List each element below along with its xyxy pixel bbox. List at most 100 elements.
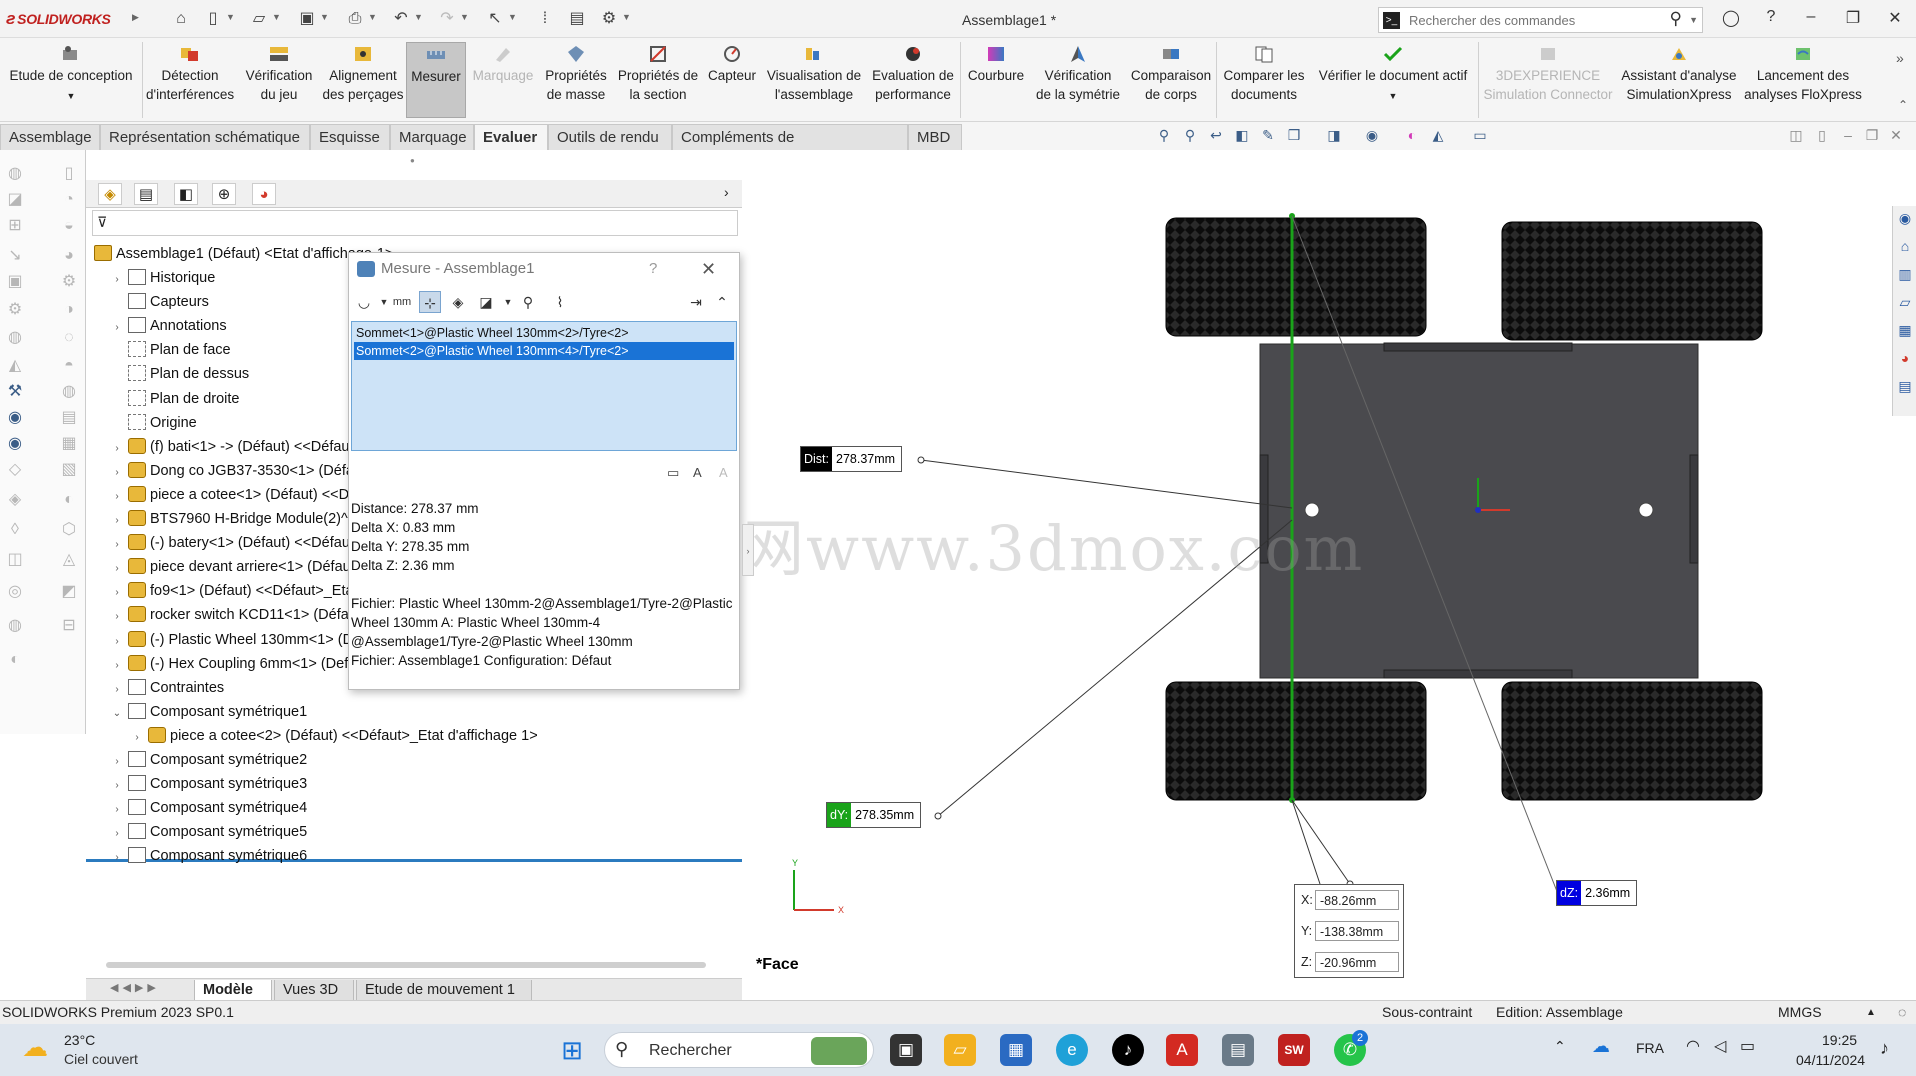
- configurationmanager-tab-icon[interactable]: ◧: [174, 183, 198, 205]
- tree-item[interactable]: › Composant symétrique4: [110, 796, 307, 820]
- selection-item-1[interactable]: Sommet<1>@Plastic Wheel 130mm<2>/Tyre<2>: [354, 324, 734, 342]
- alignement-percages-button[interactable]: Alignement des perçages: [322, 42, 404, 118]
- capteur-button[interactable]: Capteur: [704, 42, 760, 118]
- redo-dropdown-icon[interactable]: ▼: [460, 12, 469, 22]
- user-account-icon[interactable]: ◯: [1716, 8, 1746, 28]
- tree-item[interactable]: › (-) Hex Coupling 6mm<1> (Defa: [110, 652, 356, 676]
- new-dropdown-icon[interactable]: ▼: [226, 12, 235, 22]
- calculator-icon[interactable]: ▤: [1222, 1034, 1254, 1066]
- tool-icon-9[interactable]: ▣: [4, 272, 26, 292]
- marquage-button[interactable]: Marquage: [468, 42, 538, 118]
- tool-icon-16[interactable]: ◓: [58, 356, 80, 376]
- select-cursor-icon[interactable]: ↖: [484, 8, 506, 30]
- appearances-icon[interactable]: ◕: [1895, 350, 1915, 370]
- volume-muted-icon[interactable]: ◁: [1714, 1036, 1726, 1056]
- search-dropdown-icon[interactable]: ▼: [1689, 15, 1698, 25]
- comparer-documents-button[interactable]: Comparer les documents: [1220, 42, 1308, 118]
- home-pane-icon[interactable]: ⌂: [1895, 238, 1915, 258]
- verification-jeu-button[interactable]: Vérification du jeu: [238, 42, 320, 118]
- show-xyz-icon[interactable]: ⊹: [419, 291, 441, 313]
- tree-item[interactable]: › Annotations: [110, 314, 227, 338]
- measure-dialog-titlebar[interactable]: Mesure - Assemblage1 ? ✕: [349, 253, 739, 285]
- projected-dropdown-icon[interactable]: ▼: [497, 291, 519, 313]
- wheel-rear-right[interactable]: [1501, 681, 1763, 801]
- wheel-front-right[interactable]: [1501, 221, 1763, 341]
- units-menu-icon[interactable]: ▲: [1866, 1001, 1876, 1024]
- tool-icon-33[interactable]: ◍: [4, 616, 26, 636]
- displaymanager-tab-icon[interactable]: ◕: [252, 183, 276, 205]
- tree-expand-icon[interactable]: ⌄: [110, 702, 124, 726]
- tab-marquage[interactable]: Marquage: [390, 124, 474, 150]
- options-gear-icon[interactable]: ⚙: [598, 8, 620, 30]
- tool-icon-31[interactable]: ◎: [4, 582, 26, 602]
- measure-history-icon[interactable]: ⚲: [517, 291, 539, 313]
- tree-item[interactable]: › (f) bati<1> -> (Défaut) <<Défau: [110, 435, 349, 459]
- search-icon[interactable]: ⚲: [1670, 9, 1682, 29]
- edge-browser-icon[interactable]: e: [1056, 1034, 1088, 1066]
- proprietes-masse-button[interactable]: Propriétés de masse: [540, 42, 612, 118]
- battery-icon[interactable]: ▭: [1740, 1036, 1755, 1056]
- undo-dropdown-icon[interactable]: ▼: [414, 12, 423, 22]
- weather-temperature[interactable]: 23°C: [64, 1032, 95, 1048]
- measure-dialog[interactable]: Mesure - Assemblage1 ? ✕ ◡ ▼ mm ⊹ ◈ ◪ ▼ …: [348, 252, 740, 690]
- dist-callout[interactable]: Dist: 278.37mm: [800, 446, 903, 472]
- tree-item[interactable]: › (-) Plastic Wheel 130mm<1> (D: [110, 628, 353, 652]
- floxpress-button[interactable]: Lancement des analyses FloXpress: [1744, 42, 1862, 118]
- tool-icon-26[interactable]: ◐: [58, 490, 80, 510]
- mesurer-button[interactable]: Mesurer: [406, 42, 466, 118]
- tool-icon-34[interactable]: ⊟: [58, 616, 80, 636]
- section-view-icon[interactable]: ◧: [1232, 127, 1252, 145]
- menu-expand-icon[interactable]: ▶: [132, 12, 139, 23]
- tool-icon-18[interactable]: ◍: [58, 382, 80, 402]
- verifier-document-actif-button[interactable]: Vérifier le document actif ▼: [1310, 42, 1476, 118]
- tree-expand-icon[interactable]: ›: [110, 798, 124, 822]
- tiktok-icon[interactable]: ♪: [1112, 1034, 1144, 1066]
- tab-esquisse[interactable]: Esquisse: [310, 124, 390, 150]
- panel-splitter-handle[interactable]: ›: [742, 524, 754, 576]
- vertex-coordinates-box[interactable]: X: -88.26mm Y: -138.38mm Z: -20.96mm: [1294, 884, 1404, 978]
- home-icon[interactable]: ⌂: [170, 8, 192, 30]
- tree-expand-icon[interactable]: ›: [110, 461, 124, 485]
- restore-icon[interactable]: ❐: [1838, 8, 1868, 28]
- solidworks-taskbar-icon[interactable]: SW: [1278, 1034, 1310, 1066]
- redo-icon[interactable]: ↷: [436, 8, 458, 30]
- tree-filter[interactable]: ⊽: [92, 210, 738, 236]
- tile-icon[interactable]: ◫: [1786, 127, 1806, 145]
- tree-expand-icon[interactable]: ›: [110, 316, 124, 340]
- ribbon-more-icon[interactable]: »: [1896, 50, 1904, 66]
- tree-expand-icon[interactable]: ›: [110, 630, 124, 654]
- tree-expand-icon[interactable]: ›: [110, 437, 124, 461]
- dy-callout[interactable]: dY: 278.35mm: [826, 802, 922, 828]
- tree-expand-icon[interactable]: ›: [110, 774, 124, 798]
- tool-icon-2[interactable]: ▯: [58, 164, 80, 184]
- unit-system[interactable]: MMGS: [1778, 1001, 1822, 1024]
- tool-icon-32[interactable]: ◩: [58, 582, 80, 602]
- tool-icon-30[interactable]: ◬: [58, 550, 80, 570]
- collapse-icon[interactable]: ⌃: [711, 291, 733, 313]
- tree-item[interactable]: Plan de dessus: [110, 362, 249, 386]
- tool-icon-12[interactable]: ◑: [58, 300, 80, 320]
- taskbar-search[interactable]: ⚲ Rechercher: [604, 1032, 874, 1068]
- projected-on-icon[interactable]: ◪: [475, 291, 497, 313]
- tree-item[interactable]: › Composant symétrique5: [110, 820, 307, 844]
- tool-icon-21[interactable]: ◉: [4, 434, 26, 454]
- tool-icon-20[interactable]: ▤: [58, 408, 80, 428]
- dimxpert-tab-icon[interactable]: ⊕: [212, 183, 236, 205]
- zoom-area-icon[interactable]: ⚲: [1180, 127, 1200, 145]
- tool-icon-19[interactable]: ◉: [4, 408, 26, 428]
- tree-expand-icon[interactable]: ›: [110, 750, 124, 774]
- tab-assemblage[interactable]: Assemblage: [0, 124, 100, 150]
- open-folder-icon[interactable]: ▱: [248, 8, 270, 30]
- tab-etude-mouvement[interactable]: Etude de mouvement 1: [356, 980, 532, 1001]
- tool-icon-17[interactable]: ⚒: [4, 382, 26, 402]
- tree-expand-icon[interactable]: ›: [110, 485, 124, 509]
- undo-icon[interactable]: ↶: [390, 8, 412, 30]
- select-dropdown-icon[interactable]: ▼: [508, 12, 517, 22]
- wheel-front-left[interactable]: [1165, 217, 1427, 337]
- split-icon[interactable]: ▯: [1812, 127, 1832, 145]
- tab-vues-3d[interactable]: Vues 3D: [274, 980, 354, 1001]
- task-view-icon[interactable]: ▣: [890, 1034, 922, 1066]
- tree-expand-icon[interactable]: ›: [110, 268, 124, 292]
- tree-item[interactable]: › fo9<1> (Défaut) <<Défaut>_Eta: [110, 579, 354, 603]
- tree-expand-icon[interactable]: ›: [110, 605, 124, 629]
